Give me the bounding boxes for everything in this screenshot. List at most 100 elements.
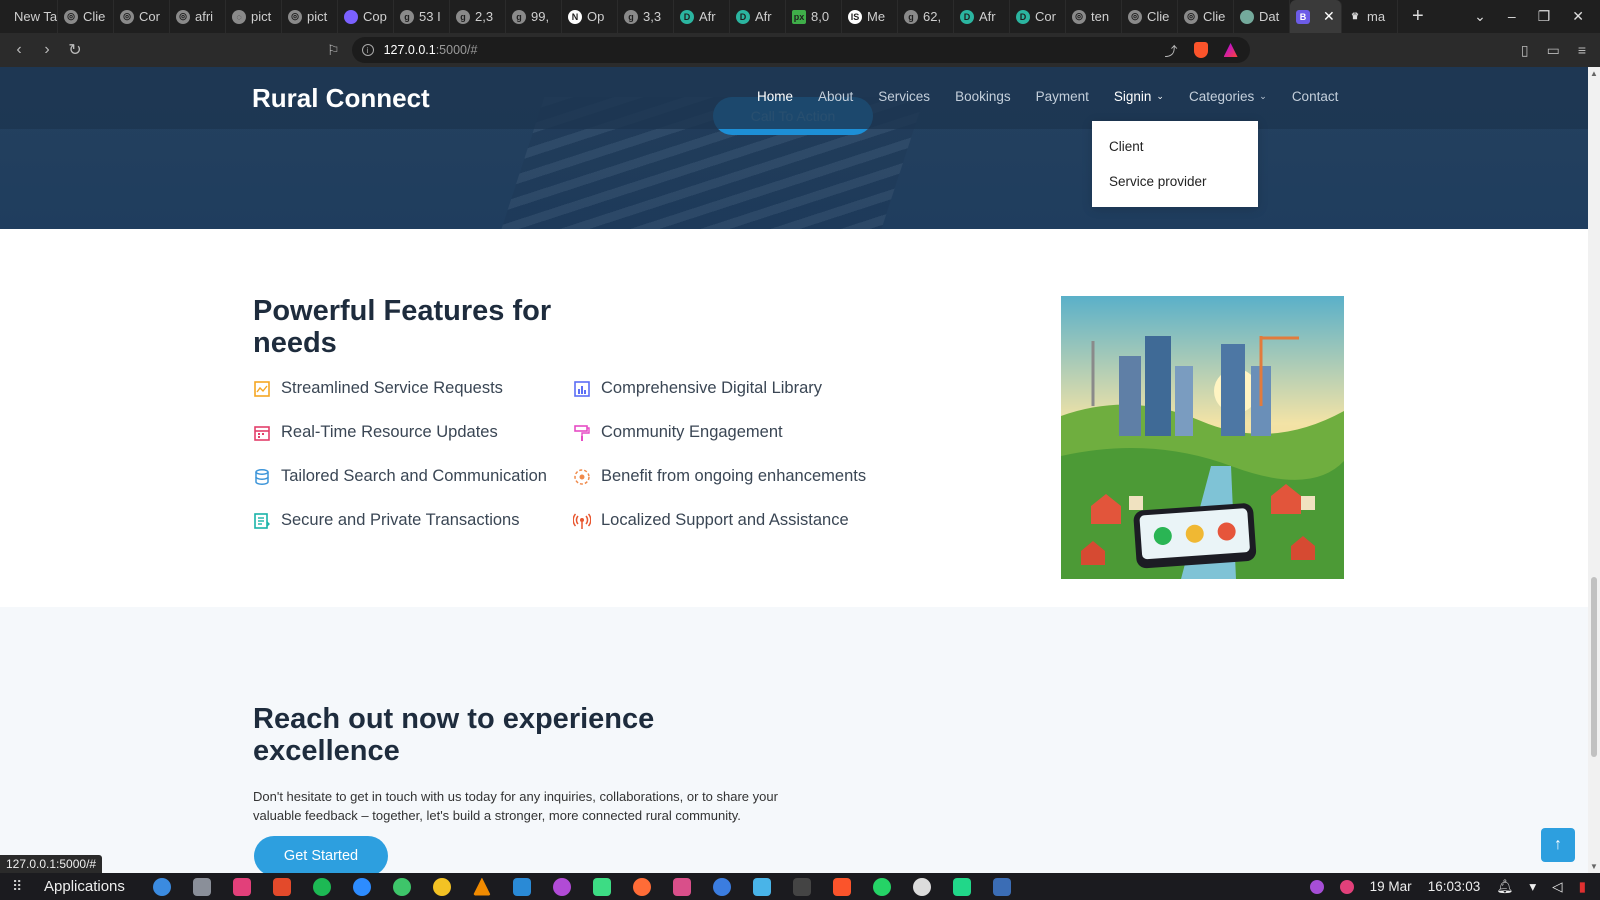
browser-tab[interactable]: ◎ Clie (58, 0, 114, 33)
chrome-icon[interactable] (432, 877, 451, 896)
postman-icon[interactable] (632, 877, 651, 896)
flutter-icon[interactable] (752, 877, 771, 896)
forward-icon[interactable]: › (33, 41, 61, 59)
scroll-up-icon[interactable]: ▲ (1590, 69, 1598, 78)
office-icon[interactable] (272, 877, 291, 896)
features-title: Powerful Features for needs (253, 295, 552, 359)
scrollbar-thumb[interactable] (1591, 577, 1597, 757)
browser-tab[interactable]: N Op (562, 0, 618, 33)
system-tray: 19 Mar 16:03:03 🔔︎ ▾ ◁ ▮ (1309, 879, 1600, 895)
browser-tab[interactable]: D Afr (954, 0, 1010, 33)
browser-tab[interactable]: ◎ pict (282, 0, 338, 33)
close-tab-icon[interactable]: ✕ (1323, 8, 1335, 25)
openai-icon[interactable] (912, 877, 931, 896)
firefox-icon[interactable] (552, 877, 571, 896)
browser-tab[interactable]: ◌ pict (226, 0, 282, 33)
app-grid-icon[interactable]: ⠿ (12, 878, 28, 895)
bookmark-icon[interactable]: ⚐ (327, 42, 340, 59)
browser-tab[interactable]: ◎ afri (170, 0, 226, 33)
chromium-icon[interactable] (152, 877, 171, 896)
nav-payment[interactable]: Payment (1036, 89, 1089, 104)
menu-icon[interactable]: ≡ (1578, 42, 1586, 59)
brave-shields-icon[interactable] (1193, 42, 1208, 58)
nav-signin[interactable]: Signin ⌄ (1114, 89, 1164, 104)
browser-tab[interactable]: D Afr (674, 0, 730, 33)
brave-icon[interactable] (832, 877, 851, 896)
nav-home[interactable]: Home (757, 89, 793, 104)
nav-categories[interactable]: Categories ⌄ (1189, 89, 1267, 104)
browser-tab[interactable]: New Ta (0, 0, 58, 33)
browser-tab[interactable]: ◎ Clie (1122, 0, 1178, 33)
spotify-icon[interactable] (312, 877, 331, 896)
nav-about[interactable]: About (818, 89, 853, 104)
browser-tab[interactable]: Dat (1234, 0, 1290, 33)
site-logo[interactable]: Rural Connect (252, 83, 430, 114)
close-window-icon[interactable]: ✕ (1572, 8, 1584, 25)
nav-bookings[interactable]: Bookings (955, 89, 1011, 104)
tab-search-icon[interactable]: ⌄ (1474, 8, 1486, 25)
nav-contact[interactable]: Contact (1292, 89, 1339, 104)
browser-tab[interactable]: ◎ Clie (1178, 0, 1234, 33)
chevron-down-icon: ⌄ (1259, 91, 1267, 101)
volume-icon[interactable]: ◁ (1552, 879, 1562, 895)
browser-tab[interactable]: px 8,0 (786, 0, 842, 33)
vlc-icon[interactable] (472, 877, 491, 896)
virtualbox-icon[interactable] (992, 877, 1011, 896)
dropdown-item-service-provider[interactable]: Service provider (1092, 174, 1258, 209)
dropdown-item-client[interactable]: Client (1092, 139, 1258, 174)
browser-tab[interactable]: ♛ ma (1342, 0, 1398, 33)
minimize-icon[interactable]: – (1508, 8, 1516, 25)
px-icon: px (792, 9, 806, 24)
sidebar-toggle-icon[interactable]: ▯ (1521, 42, 1529, 59)
appstore-icon[interactable] (712, 877, 731, 896)
vscode-icon[interactable] (512, 877, 531, 896)
scroll-down-icon[interactable]: ▼ (1590, 862, 1598, 871)
tab-title: 53 I (419, 9, 441, 24)
share-icon[interactable]: ⤴ (1165, 41, 1178, 60)
browser-tab-active[interactable]: B ✕ (1290, 0, 1342, 33)
brave-rewards-icon[interactable] (1223, 43, 1238, 57)
power-icon[interactable]: ▮ (1579, 879, 1586, 895)
tab-title: Cop (363, 9, 387, 24)
browser-tab[interactable]: ◎ ten (1066, 0, 1122, 33)
url-input[interactable]: i 127.0.0.1:5000/# ⤴ (351, 37, 1250, 63)
wifi-icon[interactable]: ▾ (1529, 879, 1536, 895)
is-icon: IS (848, 9, 862, 24)
nav-services[interactable]: Services (878, 89, 930, 104)
new-tab-button[interactable]: + (1412, 5, 1432, 28)
browser-tab[interactable]: g 2,3 (450, 0, 506, 33)
browser-tab[interactable]: g 99, (506, 0, 562, 33)
restore-icon[interactable]: ❐ (1538, 8, 1551, 25)
site-info-icon[interactable]: i (361, 44, 374, 56)
files-icon[interactable] (192, 877, 211, 896)
back-icon[interactable]: ‹ (5, 41, 33, 59)
browser-tab[interactable]: ◎ Cor (114, 0, 170, 33)
browser-tab[interactable]: g 62, (898, 0, 954, 33)
zoom-icon[interactable] (352, 877, 371, 896)
openai-icon: ◎ (64, 9, 78, 24)
g-icon: g (400, 9, 414, 24)
jetbrains-icon[interactable] (232, 877, 251, 896)
browser-tab[interactable]: Cop (338, 0, 394, 33)
browser-tab[interactable]: g 3,3 (618, 0, 674, 33)
browser-tab[interactable]: g 53 I (394, 0, 450, 33)
back-to-top-button[interactable]: ↑ (1541, 828, 1575, 862)
jetbrains-tray-icon[interactable] (1339, 879, 1354, 894)
browser-tab[interactable]: IS Me (842, 0, 898, 33)
wallet-icon[interactable]: ▭ (1547, 42, 1560, 59)
whatsapp-icon[interactable] (872, 877, 891, 896)
messages-icon[interactable] (392, 877, 411, 896)
android-studio-icon[interactable] (592, 877, 611, 896)
firefox-tray-icon[interactable] (1309, 879, 1324, 894)
tab-title: Afr (979, 9, 996, 24)
terminal-icon[interactable] (792, 877, 811, 896)
reload-icon[interactable]: ↻ (61, 40, 89, 60)
get-started-button[interactable]: Get Started (254, 836, 388, 873)
pycharm-icon[interactable] (952, 877, 971, 896)
intellij-icon[interactable] (672, 877, 691, 896)
applications-menu[interactable]: Applications (44, 878, 125, 895)
browser-tab[interactable]: D Afr (730, 0, 786, 33)
page-scrollbar[interactable]: ▲ ▼ (1588, 67, 1600, 873)
browser-tab[interactable]: D Cor (1010, 0, 1066, 33)
notification-bell-icon[interactable]: 🔔︎ (1496, 879, 1513, 895)
